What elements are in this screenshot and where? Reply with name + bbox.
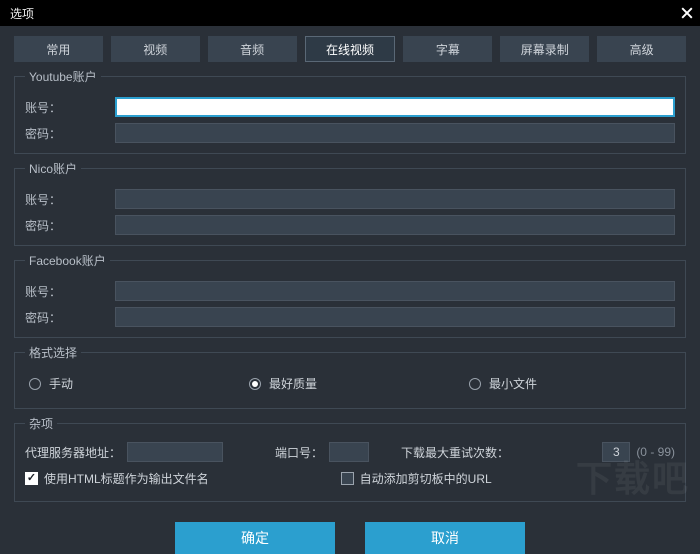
- format-option-label: 手动: [49, 375, 73, 392]
- proxy-input[interactable]: [127, 442, 223, 462]
- tab-5[interactable]: 屏幕录制: [500, 36, 589, 62]
- retry-range: (0 - 99): [636, 445, 675, 459]
- ok-button[interactable]: 确定: [175, 522, 335, 554]
- facebook-group: Facebook账户 账号： 密码：: [14, 252, 686, 338]
- auto-clipboard-label: 自动添加剪切板中的URL: [360, 470, 492, 487]
- youtube-user-input[interactable]: [115, 97, 675, 117]
- nico-group: Nico账户 账号： 密码：: [14, 160, 686, 246]
- format-option-0[interactable]: 手动: [29, 375, 249, 392]
- format-legend: 格式选择: [25, 344, 81, 361]
- cancel-button[interactable]: 取消: [365, 522, 525, 554]
- tab-4[interactable]: 字幕: [403, 36, 492, 62]
- tab-6[interactable]: 高级: [597, 36, 686, 62]
- youtube-pass-input[interactable]: [115, 123, 675, 143]
- format-option-1[interactable]: 最好质量: [249, 375, 469, 392]
- tab-2[interactable]: 音频: [208, 36, 297, 62]
- port-input[interactable]: [329, 442, 369, 462]
- radio-icon: [29, 378, 41, 390]
- misc-group: 杂项 代理服务器地址： 端口号： 下载最大重试次数： (0 - 99) 使用HT…: [14, 415, 686, 502]
- use-html-title-label: 使用HTML标题作为输出文件名: [44, 470, 209, 487]
- port-label: 端口号：: [275, 444, 323, 461]
- format-option-2[interactable]: 最小文件: [469, 375, 537, 392]
- facebook-legend: Facebook账户: [25, 252, 110, 269]
- tab-0[interactable]: 常用: [14, 36, 103, 62]
- retry-label: 下载最大重试次数：: [401, 444, 509, 461]
- close-icon: [681, 7, 693, 19]
- youtube-user-label: 账号：: [25, 99, 115, 116]
- youtube-legend: Youtube账户: [25, 68, 101, 85]
- format-option-label: 最小文件: [489, 375, 537, 392]
- youtube-group: Youtube账户 账号： 密码：: [14, 68, 686, 154]
- radio-icon: [469, 378, 481, 390]
- nico-user-input[interactable]: [115, 189, 675, 209]
- radio-icon: [249, 378, 261, 390]
- proxy-label: 代理服务器地址：: [25, 444, 121, 461]
- format-group: 格式选择 手动 最好质量 最小文件: [14, 344, 686, 409]
- nico-pass-label: 密码：: [25, 217, 115, 234]
- format-option-label: 最好质量: [269, 375, 317, 392]
- tab-1[interactable]: 视频: [111, 36, 200, 62]
- window-title: 选项: [10, 5, 34, 22]
- facebook-user-label: 账号：: [25, 283, 115, 300]
- facebook-user-input[interactable]: [115, 281, 675, 301]
- nico-pass-input[interactable]: [115, 215, 675, 235]
- misc-legend: 杂项: [25, 415, 57, 432]
- nico-legend: Nico账户: [25, 160, 81, 177]
- facebook-pass-label: 密码：: [25, 309, 115, 326]
- auto-clipboard-checkbox[interactable]: [341, 472, 354, 485]
- youtube-pass-label: 密码：: [25, 125, 115, 142]
- retry-input[interactable]: [602, 442, 630, 462]
- facebook-pass-input[interactable]: [115, 307, 675, 327]
- use-html-title-checkbox[interactable]: [25, 472, 38, 485]
- close-button[interactable]: [674, 0, 700, 26]
- nico-user-label: 账号：: [25, 191, 115, 208]
- tab-3[interactable]: 在线视频: [305, 36, 396, 62]
